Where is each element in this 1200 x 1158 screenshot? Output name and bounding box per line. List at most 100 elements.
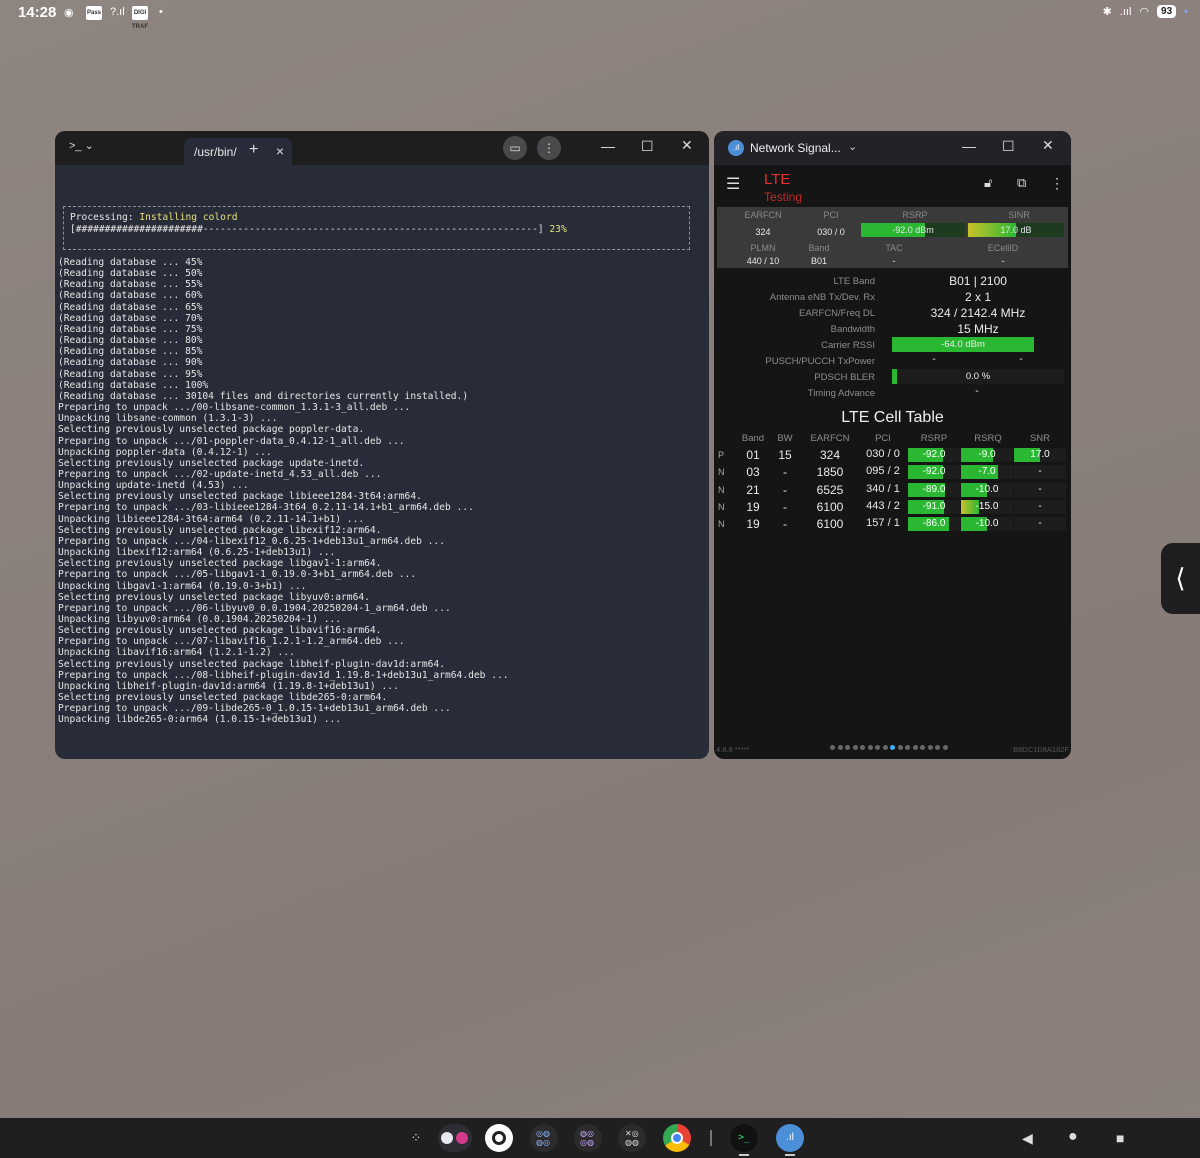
recents-icon[interactable]: ■ [1116, 1130, 1124, 1146]
terminal-app-icon[interactable]: >_ [730, 1124, 758, 1152]
page-dot[interactable] [942, 745, 948, 750]
app-drawer-icon[interactable]: ⁘ [402, 1124, 430, 1152]
cell-rsrp-value: -86.0 [922, 518, 946, 530]
home-icon[interactable]: ● [1068, 1128, 1078, 1146]
plmn-header: PLMN [750, 243, 776, 253]
network-signal-app-icon[interactable]: .ıl [776, 1124, 804, 1152]
open-external-icon[interactable]: ⧉ [1017, 175, 1026, 191]
app-pair-icon[interactable] [438, 1124, 472, 1152]
page-indicator[interactable] [830, 745, 948, 750]
cell-bw: 15 [778, 448, 792, 462]
progress-line: [######################-----------------… [70, 224, 567, 235]
battery-icon: 93 [1157, 5, 1177, 18]
pusch-value-a: - [932, 354, 936, 365]
signal-icon: ?.ıl [110, 6, 125, 18]
page-dot[interactable] [920, 745, 925, 750]
bandwidth-label: Bandwidth [830, 324, 875, 335]
hamburger-menu-icon[interactable]: ☰ [726, 174, 740, 194]
app-folder-icon[interactable]: ◎◍ ◍◎ [530, 1124, 558, 1152]
progress-box: Processing: Installing colord [#########… [63, 206, 690, 250]
cell-row-flag: N [718, 501, 725, 512]
cell-table-title: LTE Cell Table [841, 409, 944, 426]
cell-snr-value: - [1038, 466, 1042, 478]
cell-pci: 030 / 0 [866, 448, 900, 460]
pci-value: 030 / 0 [817, 227, 845, 237]
cell-row-flag: N [718, 467, 725, 478]
terminal-menu-icon[interactable]: >_ ⌄ [69, 139, 94, 152]
cell-rsrq-value: -7.0 [978, 466, 996, 478]
rssi-value: -64.0 dBm [941, 339, 985, 350]
cell-snr-value: 17.0 [1030, 449, 1050, 460]
chevron-down-icon[interactable]: ⌄ [848, 140, 857, 153]
cell-snr-value: - [1038, 500, 1042, 512]
running-indicator [739, 1154, 749, 1156]
side-panel-handle[interactable]: ⟨ [1161, 543, 1200, 614]
close-icon[interactable]: ✕ [681, 137, 693, 154]
chrome-icon[interactable] [663, 1124, 691, 1152]
timing-advance-label: Timing Advance [807, 388, 875, 399]
folder-grid-icon: ◎◍ ◍◎ [536, 1129, 550, 1147]
app-folder-icon[interactable]: ◍◎ ◎◍ [574, 1124, 602, 1152]
timing-advance-value: - [975, 386, 979, 397]
page-dot[interactable] [927, 745, 933, 750]
progress-percent: 23% [549, 224, 567, 235]
camera-icon[interactable] [485, 1124, 513, 1152]
cell-bw: - [783, 517, 787, 532]
cell-snr-value: - [1038, 483, 1042, 495]
page-dot[interactable] [882, 745, 888, 750]
terminal-titlebar: >_ ⌄ /usr/bin/ × + ▭ ⋮ — ☐ ✕ [55, 131, 709, 165]
back-icon[interactable]: ◀ [1022, 1130, 1033, 1147]
page-dot[interactable] [935, 745, 940, 750]
processing-value: Installing colord [139, 212, 238, 223]
terminal-output[interactable]: (Reading database ... 45% (Reading datab… [58, 257, 509, 726]
clock: 14:28 [18, 4, 57, 21]
page-dot[interactable] [867, 745, 873, 750]
close-icon[interactable]: ✕ [1042, 137, 1054, 154]
progress-bar: [######################-----------------… [70, 224, 550, 235]
cell-table-header-rsrq: RSRQ [974, 433, 1002, 444]
display-icon[interactable]: ▭ [503, 136, 527, 160]
cell-band: 01 [746, 448, 760, 462]
pusch-label: PUSCH/PUCCH TxPower [765, 356, 875, 367]
cell-pci: 157 / 1 [866, 517, 900, 530]
version-label: 4.8.8 ***** [716, 745, 750, 754]
page-dot[interactable] [830, 745, 835, 750]
camera-lens-icon [492, 1131, 506, 1145]
taskbar: ⁘ ◎◍ ◍◎ ◍◎ ◎◍ ✕◎ ◍◍ >_ .ıl ◀ ● ■ [0, 1118, 1200, 1158]
maximize-icon[interactable]: ☐ [641, 138, 654, 155]
tab-usr-bin[interactable]: /usr/bin/ × [184, 138, 292, 165]
cell-earfcn: 6100 [816, 499, 844, 514]
page-dot[interactable] [860, 745, 865, 750]
cell-row-flag: P [718, 450, 725, 460]
earfcn-freq-label: EARFCN/Freq DL [798, 308, 875, 319]
new-tab-button[interactable]: + [249, 141, 258, 159]
bler-value: 0.0 % [965, 371, 991, 382]
page-dot[interactable] [890, 745, 895, 750]
cell-rsrp-value: -91.0 [922, 500, 946, 512]
page-dot[interactable] [912, 745, 918, 750]
cell-earfcn: 324 [819, 448, 841, 462]
cell-pci: 340 / 1 [866, 482, 900, 495]
bluetooth-icon: ✱ [1102, 6, 1112, 18]
cell-bw: - [783, 499, 787, 514]
page-dot[interactable] [837, 745, 843, 750]
page-dot[interactable] [852, 745, 858, 750]
app-folder-icon[interactable]: ✕◎ ◍◍ [618, 1124, 646, 1152]
page-dot[interactable] [845, 745, 850, 750]
lock-icon[interactable]: 🔓︎ [984, 175, 992, 191]
page-dot[interactable] [897, 745, 903, 750]
maximize-icon[interactable]: ☐ [1002, 138, 1015, 155]
minimize-icon[interactable]: — [601, 138, 615, 154]
cell-pci: 443 / 2 [866, 499, 900, 512]
overflow-menu-icon[interactable]: ⋮ [1050, 175, 1064, 192]
more-options-icon[interactable]: ⋮ [537, 136, 561, 160]
network-signal-window: .ıl Network Signal... ⌄ — ☐ ✕ ☰ LTE Test… [714, 131, 1071, 759]
page-dot[interactable] [905, 745, 910, 750]
cell-band: 03 [746, 465, 760, 480]
tac-header: TAC [885, 243, 903, 253]
cell-row-flag: N [718, 484, 725, 495]
close-tab-icon[interactable]: × [276, 143, 284, 159]
minimize-icon[interactable]: — [962, 138, 976, 154]
cell-table-header-bw: BW [777, 433, 793, 444]
page-dot[interactable] [875, 745, 880, 750]
